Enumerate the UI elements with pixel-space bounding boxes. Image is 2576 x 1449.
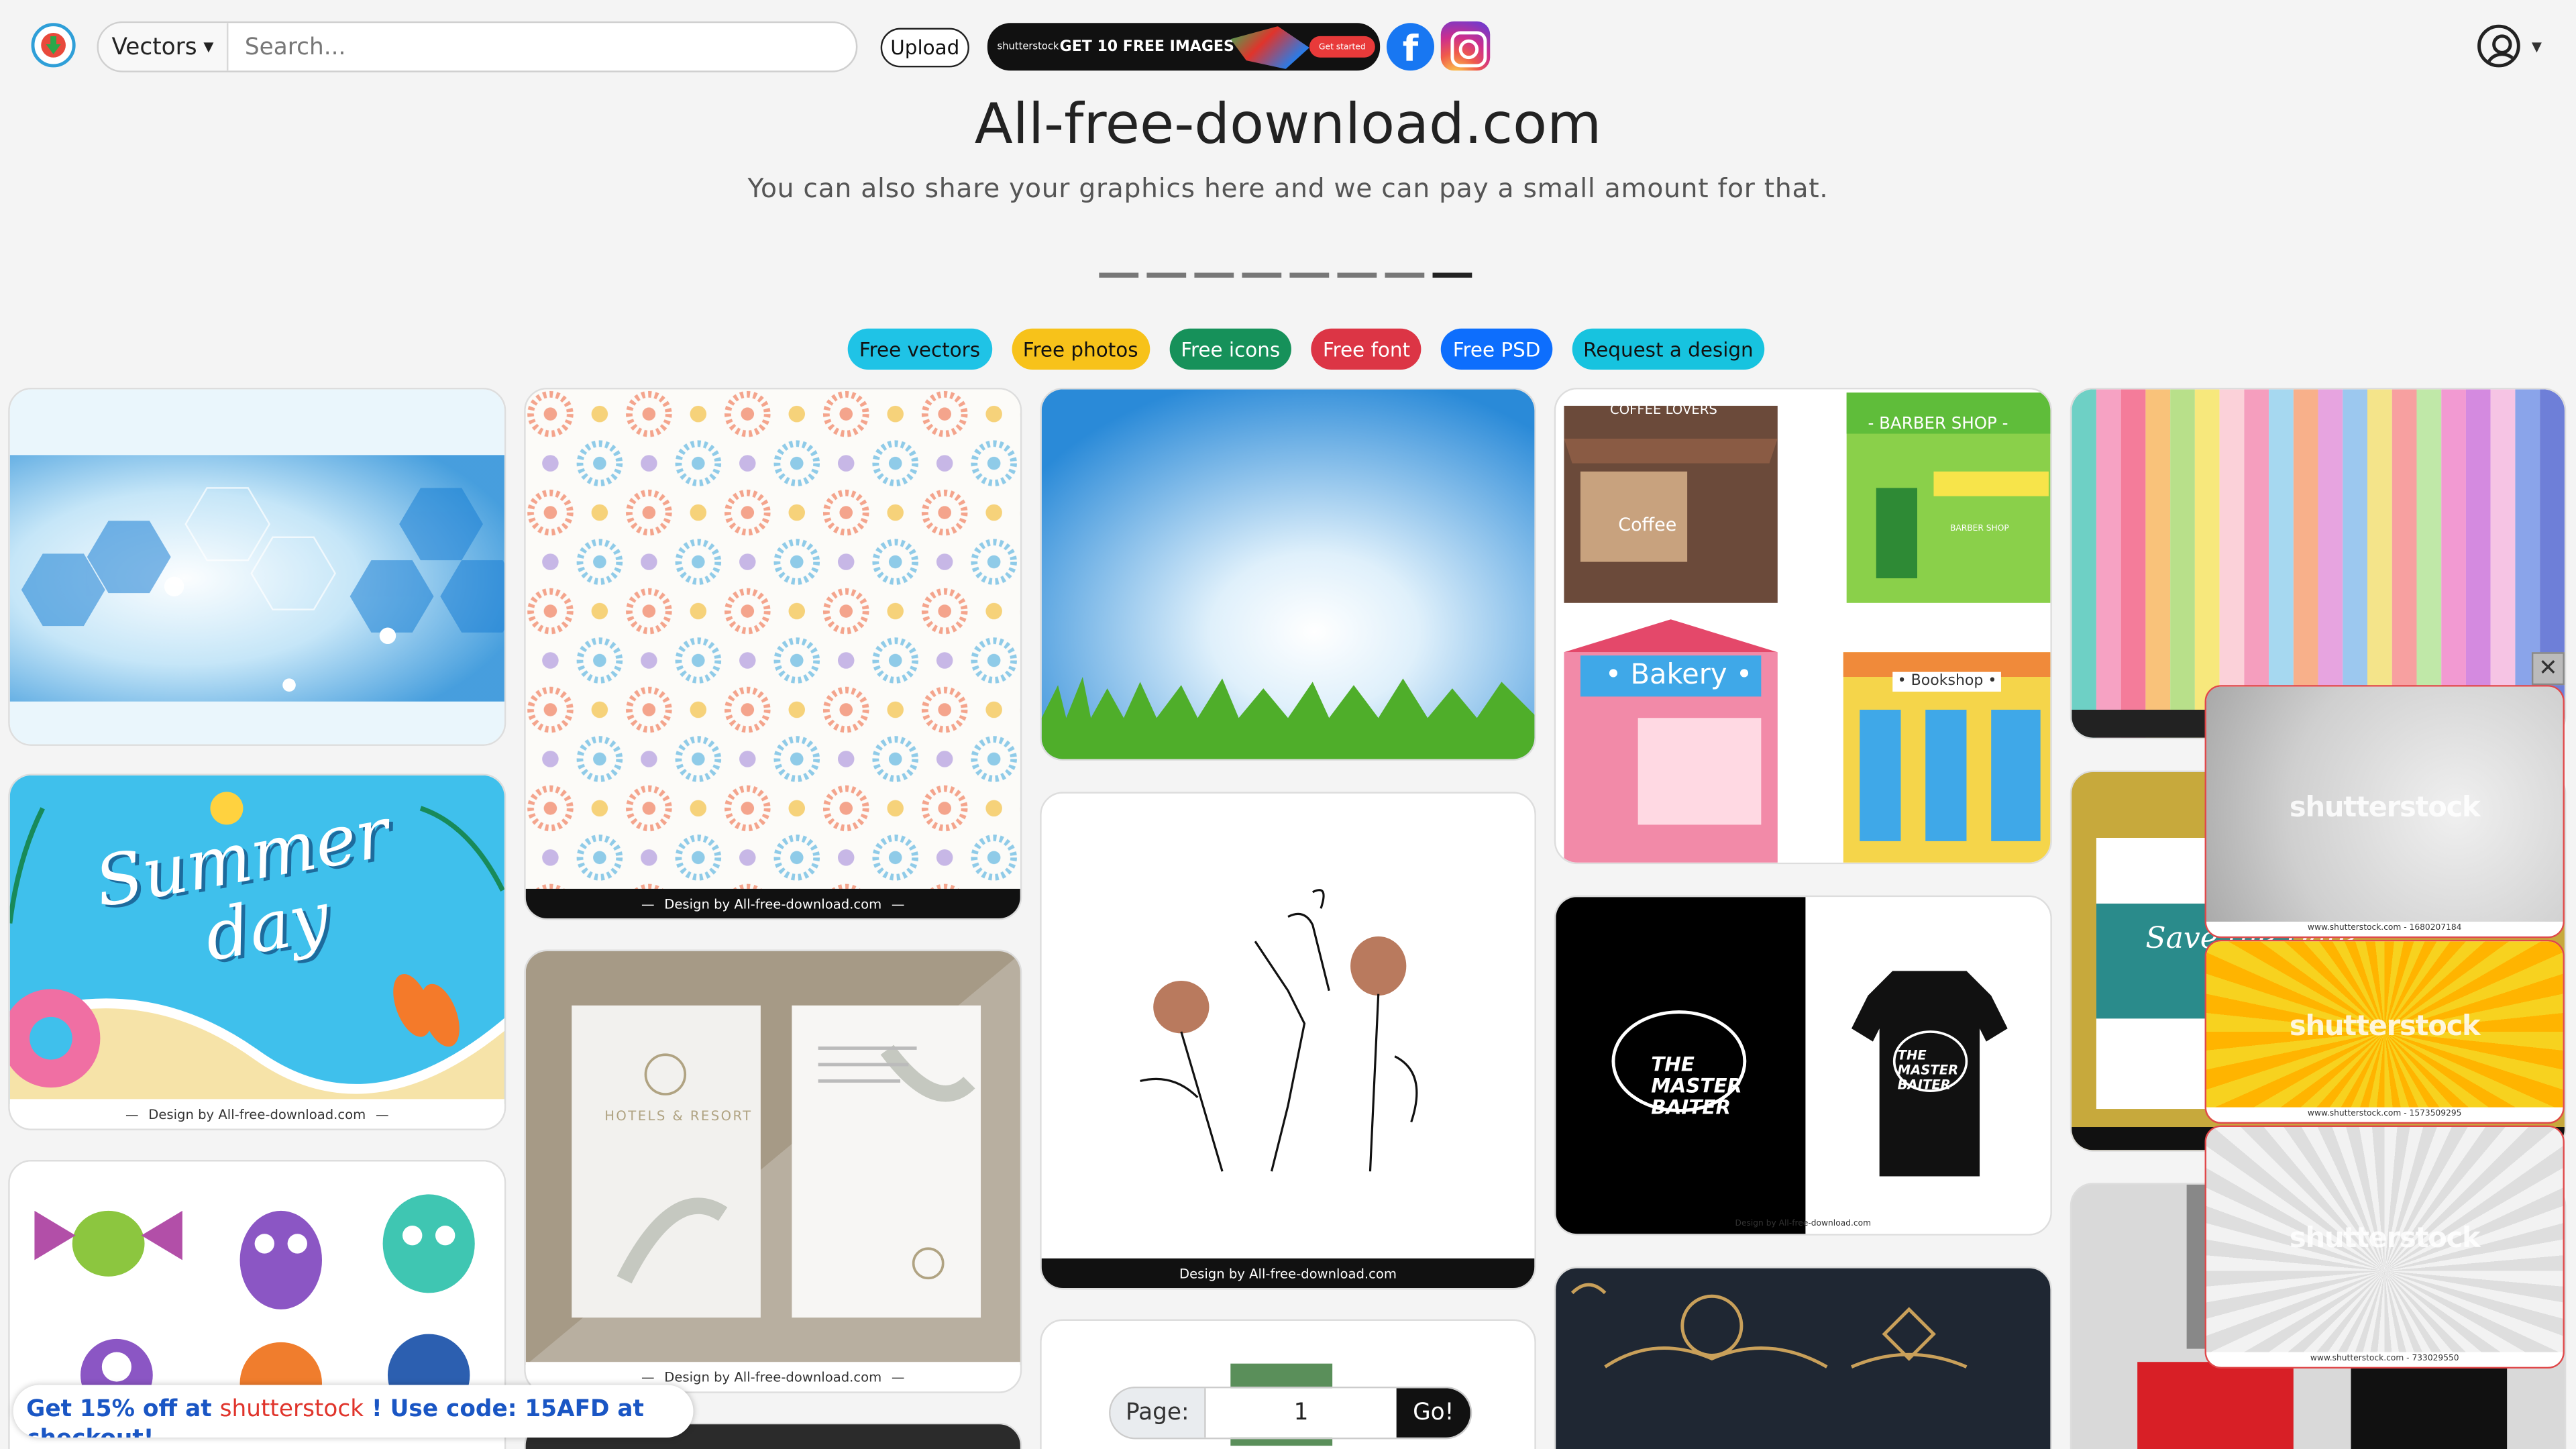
ad-image-url: www.shutterstock.com - 733029550 [2206,1352,2563,1367]
banner-cta-button[interactable]: Get started [1309,36,1375,58]
page: Vectors ▼ Upload shutterstock GET 10 FRE… [0,0,2576,1449]
banner-brand: shutterstock [997,41,1059,53]
design-credit: Design by All-free-download.com [1041,1258,1535,1289]
hexagon-thumbnail [9,389,504,745]
page-subtitle: You can also share your graphics here an… [747,172,1829,204]
barber-shop-text: BARBER SHOP [1949,524,2009,534]
category-pill[interactable]: Free icons [1169,328,1292,370]
storefronts-thumbnail [1556,389,2051,863]
image-card-storefronts[interactable]: COFFEE LOVERS Coffee - BARBER SHOP - BAR… [1554,387,2052,865]
corporate-card-red [2137,1362,2294,1449]
design-credit: — Design by All-free-download.com — [525,888,1020,918]
business-card-brand: HOTELS & RESORT [604,1109,753,1124]
parrot-image [1230,26,1309,69]
coffee-store-sign: COFFEE LOVERS [1610,402,1717,418]
design-credit: Design by All-free-download.com [1735,1219,1872,1229]
watermark: shutterstock [2289,1222,2481,1256]
watermark: shutterstock [2289,1010,2481,1044]
image-card-sunburst-grass[interactable] [1040,387,1536,761]
category-nav: Free vectors Free photos Free icons Free fo… [847,328,1765,370]
design-credit: — Design by All-free-download.com — [9,1099,504,1129]
shutterstock-ad-3[interactable]: shutterstock www.shutterstock.com - 7330… [2204,1125,2565,1369]
category-pill[interactable]: Free vectors [847,328,992,370]
bookshop-sign: • Bookshop • [1892,672,2002,692]
promo-brand: shutterstock [219,1396,364,1423]
corporate-card-black [2351,1362,2508,1449]
close-icon[interactable]: ✕ [2531,652,2565,686]
instagram-icon[interactable] [1440,21,1491,71]
image-card-tshirt[interactable]: THE MASTER BAITER THE MASTER BAITER Desi… [1554,895,2052,1236]
image-card-ornament[interactable] [1554,1267,2052,1449]
carousel-indicator[interactable] [1242,272,1282,278]
barber-shop-sign: - BARBER SHOP - [1868,415,2008,434]
carousel-indicator[interactable] [1099,272,1139,278]
carousel-indicator[interactable] [1194,272,1234,278]
shutterstock-ad-2[interactable]: shutterstock www.shutterstock.com - 1573… [2204,939,2565,1124]
shutterstock-banner-ad[interactable]: shutterstock GET 10 FREE IMAGES Get star… [987,23,1381,71]
watermark: shutterstock [2289,792,2481,825]
facebook-icon[interactable]: f [1386,23,1434,71]
caret-down-icon: ▼ [203,39,214,54]
carousel-indicator[interactable] [1337,272,1377,278]
category-pill[interactable]: Free PSD [1441,328,1552,370]
shutterstock-ad-1[interactable]: shutterstock www.shutterstock.com - 1680… [2204,685,2565,938]
floral-pattern-thumbnail [525,389,1020,892]
promo-prefix: Get 15% off at [26,1396,220,1423]
bakery-sign: • Bakery • [1605,659,1753,692]
tshirt-design-text: THE MASTER BAITER [1651,1053,1743,1119]
category-dropdown[interactable]: Vectors ▼ [98,23,229,71]
page-label: Page: [1110,1388,1205,1438]
upload-button[interactable]: Upload [880,28,969,68]
image-card-hexagon[interactable] [8,387,506,746]
image-card-summer-day[interactable]: Summer day — Design by All-free-download.… [8,773,506,1130]
caret-down-icon[interactable]: ▼ [2532,40,2542,54]
user-account-icon[interactable] [2477,24,2520,68]
go-button[interactable]: Go! [1396,1388,1470,1438]
search-input[interactable] [228,23,856,71]
carousel-indicator[interactable] [1385,272,1425,278]
category-pill[interactable]: Free font [1311,328,1422,370]
category-dropdown-label: Vectors [111,34,197,60]
image-card-business-card[interactable]: HOTELS & RESORT — Design by All-free-dow… [524,949,1022,1393]
image-card-flower-hand[interactable]: Design by All-free-download.com [1040,792,1536,1290]
tshirt-print-text: THE MASTER BAITER [1897,1048,1959,1093]
page-number-input[interactable] [1204,1388,1397,1438]
category-pill[interactable]: Free photos [1011,328,1150,370]
site-logo[interactable] [31,23,76,68]
sunburst-thumbnail [1041,389,1535,759]
ornament-thumbnail [1570,1283,1968,1368]
promo-banner[interactable]: Get 15% off at shutterstock ! Use code: … [13,1385,694,1438]
business-card-thumbnail [525,951,1020,1366]
flower-hand-thumbnail [1041,793,1535,1267]
ad-image-url: www.shutterstock.com - 1680207184 [2206,921,2563,936]
search-bar: Vectors ▼ [97,21,858,72]
category-pill[interactable]: Request a design [1571,328,1765,370]
carousel-indicator[interactable] [1146,272,1187,278]
coffee-store-text: Coffee [1618,514,1677,536]
pagination: Page: Go! [1109,1386,1472,1440]
ad-image-url: www.shutterstock.com - 1573509295 [2206,1107,2563,1122]
banner-headline: GET 10 FREE IMAGES [1059,38,1234,56]
carousel-indicators [1099,272,1472,278]
page-title: All-free-download.com [974,92,1602,158]
tshirt-thumbnail [1556,897,2051,1234]
carousel-indicator[interactable] [1432,272,1472,278]
carousel-indicator[interactable] [1289,272,1330,278]
image-card-floral-pattern[interactable]: — Design by All-free-download.com — [524,387,1022,920]
